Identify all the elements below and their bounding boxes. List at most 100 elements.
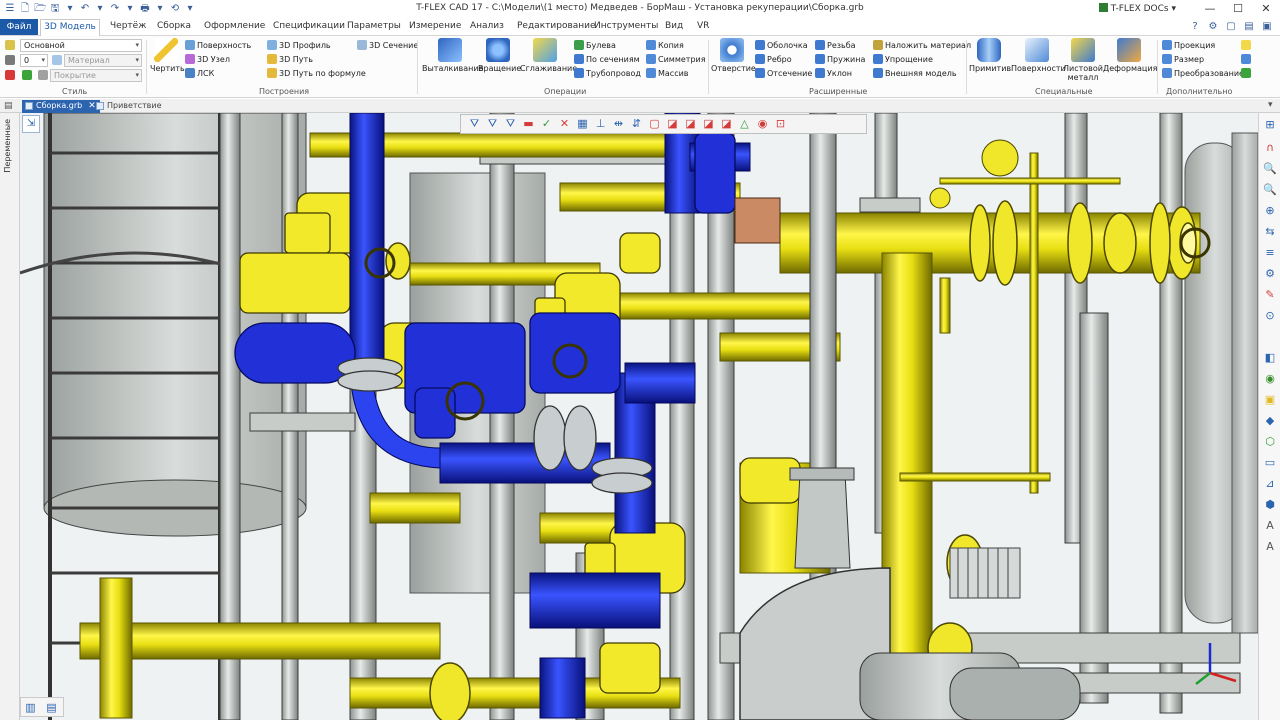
shell-button[interactable]: Оболочка xyxy=(755,40,808,50)
layer-select[interactable]: Основной ▾ xyxy=(20,39,142,52)
selection-color-icon[interactable]: ▬ xyxy=(521,117,536,131)
text-icon[interactable]: A xyxy=(1262,518,1278,534)
material-select[interactable]: Материал ▾ xyxy=(64,54,142,67)
cancel-icon[interactable]: ✕ xyxy=(557,117,572,131)
path3d-button[interactable]: 3D Путь xyxy=(267,54,313,64)
layers-icon[interactable]: ≡ xyxy=(1262,245,1278,261)
orbit-icon[interactable]: ⊙ xyxy=(1262,308,1278,324)
split-view-icon[interactable]: ▥ xyxy=(21,699,40,716)
material-view-icon[interactable]: ⬡ xyxy=(1262,434,1278,450)
surfaces-button[interactable]: Поверхности xyxy=(1011,38,1066,73)
section-view-icon[interactable]: ◧ xyxy=(1262,350,1278,366)
grid-icon[interactable]: ▦ xyxy=(575,117,590,131)
simplify-button[interactable]: Упрощение xyxy=(873,54,933,64)
slope-button[interactable]: Уклон xyxy=(815,68,852,78)
extrude-button[interactable]: Выталкивание xyxy=(422,38,483,73)
rib-button[interactable]: Ребро xyxy=(755,54,792,64)
component-select-icon[interactable]: ⊡ xyxy=(773,117,788,131)
primitive-button[interactable]: Примитив xyxy=(969,38,1011,73)
body-select-icon[interactable]: ◪ xyxy=(701,117,716,131)
tab-parameters[interactable]: Параметры xyxy=(347,21,401,31)
wire-view-icon[interactable]: ◆ xyxy=(1262,413,1278,429)
layout-icon[interactable]: ▤ xyxy=(1243,21,1255,33)
tab-analysis[interactable]: Анализ xyxy=(470,21,504,31)
snap-horizontal-icon[interactable]: ⇹ xyxy=(611,117,626,131)
grid-view-icon[interactable]: ⊞ xyxy=(1262,117,1278,133)
zoom-in-icon[interactable]: 🔍 xyxy=(1262,161,1278,177)
help-icon[interactable]: ? xyxy=(1189,21,1201,33)
doc-tabs-dropdown-icon[interactable]: ▾ xyxy=(1268,100,1273,110)
tab-assembly[interactable]: Сборка xyxy=(157,21,191,31)
doc-tabs-menu-icon[interactable]: ▤ xyxy=(4,101,13,111)
cylinder-view-icon[interactable]: ⬢ xyxy=(1262,497,1278,513)
surface-button[interactable]: Поверхность xyxy=(185,40,251,50)
filter-list-icon[interactable]: ⛛ xyxy=(503,117,518,131)
section3d-button[interactable]: 3D Сечение xyxy=(357,40,418,50)
settings-icon[interactable]: ⚙ xyxy=(1207,21,1219,33)
close-window-button[interactable]: ✕ xyxy=(1252,0,1280,18)
hole-button[interactable]: Отверстие xyxy=(711,38,756,73)
tflex-docs-button[interactable]: T-FLEX DOCs ▾ xyxy=(1098,3,1176,14)
filter-icon[interactable]: ⛛ xyxy=(467,117,482,131)
draw-button[interactable]: Чертить xyxy=(150,38,185,73)
tab-3d-model[interactable]: 3D Модель xyxy=(40,19,100,36)
symmetry-button[interactable]: Симметрия xyxy=(646,54,706,64)
profile3d-button[interactable]: 3D Профиль xyxy=(267,40,331,50)
face-select-icon[interactable]: ◪ xyxy=(665,117,680,131)
snap-vertical-icon[interactable]: ⇵ xyxy=(629,117,644,131)
smooth-button[interactable]: Сглаживание xyxy=(520,38,577,73)
thread-button[interactable]: Резьба xyxy=(815,40,856,50)
side-tool-2[interactable] xyxy=(1241,54,1251,64)
linetype-select[interactable]: 0 ▾ xyxy=(20,54,48,67)
transform-button[interactable]: Преобразование xyxy=(1162,68,1244,78)
tab-measurement[interactable]: Измерение xyxy=(409,21,461,31)
side-tool-1[interactable] xyxy=(1241,40,1251,50)
filter-settings-icon[interactable]: ⛛ xyxy=(485,117,500,131)
perpendicular-icon[interactable]: ⊥ xyxy=(593,117,608,131)
path-formula-button[interactable]: 3D Путь по формуле xyxy=(267,68,366,78)
tab-editing[interactable]: Редактирование xyxy=(517,21,596,31)
tab-file[interactable]: Файл xyxy=(0,19,38,35)
coating-select[interactable]: Покрытие ▾ xyxy=(50,69,142,82)
rotate-button[interactable]: Вращение xyxy=(478,38,521,73)
node3d-button[interactable]: 3D Узел xyxy=(185,54,230,64)
deformation-button[interactable]: Деформация xyxy=(1103,38,1157,73)
copy-button[interactable]: Копия xyxy=(646,40,684,50)
cut-button[interactable]: Отсечение xyxy=(755,68,812,78)
array-button[interactable]: Массив xyxy=(646,68,689,78)
settings-icon[interactable]: ⚙ xyxy=(1262,266,1278,282)
projection-button[interactable]: Проекция xyxy=(1162,40,1215,50)
operation-select-icon[interactable]: ◪ xyxy=(719,117,734,131)
external-model-button[interactable]: Внешняя модель xyxy=(873,68,957,78)
side-tool-3[interactable] xyxy=(1241,68,1251,78)
lcs-button[interactable]: ЛСК xyxy=(185,68,214,78)
apply-material-button[interactable]: Наложить материал xyxy=(873,40,971,50)
view-navigator-button[interactable]: ⇲ xyxy=(22,115,40,133)
3d-viewport[interactable]: ⇲ ⛛ ⛛ ⛛ ▬ ✓ ✕ ▦ ⊥ ⇹ ⇵ ▢ ◪ ◪ ◪ ◪ △ ◉ ⊡ xyxy=(20,113,1258,720)
tab-drawing[interactable]: Чертёж xyxy=(110,21,146,31)
doc-tab-welcome[interactable]: Приветствие xyxy=(93,100,165,113)
sheet-metal-button[interactable]: Листовой металл xyxy=(1063,38,1103,82)
plane-view-icon[interactable]: ▭ xyxy=(1262,455,1278,471)
tab-formatting[interactable]: Оформление xyxy=(204,21,265,31)
confirm-icon[interactable]: ✓ xyxy=(539,117,554,131)
tab-view[interactable]: Вид xyxy=(665,21,683,31)
box-select-icon[interactable]: ▢ xyxy=(647,117,662,131)
pan-icon[interactable]: ⇆ xyxy=(1262,224,1278,240)
measure-icon[interactable]: ⊿ xyxy=(1262,476,1278,492)
pipeline-button[interactable]: Трубопровод xyxy=(574,68,641,78)
zoom-all-icon[interactable]: ⊕ xyxy=(1262,203,1278,219)
tab-tools[interactable]: Инструменты xyxy=(594,21,658,31)
magnet-icon[interactable]: ∩ xyxy=(1262,140,1278,156)
zoom-out-icon[interactable]: 🔍 xyxy=(1262,182,1278,198)
window-icon[interactable]: ▢ xyxy=(1225,21,1237,33)
edge-select-icon[interactable]: ◪ xyxy=(683,117,698,131)
edit-icon[interactable]: ✎ xyxy=(1262,287,1278,303)
shaded-view-icon[interactable]: ▣ xyxy=(1262,392,1278,408)
point-select-icon[interactable]: ◉ xyxy=(755,117,770,131)
single-view-icon[interactable]: ▤ xyxy=(42,699,61,716)
variables-panel-tab[interactable]: Переменные xyxy=(3,119,12,173)
minimize-button[interactable]: — xyxy=(1196,0,1224,18)
tab-specifications[interactable]: Спецификации xyxy=(273,21,345,31)
dimension-button[interactable]: Размер xyxy=(1162,54,1204,64)
